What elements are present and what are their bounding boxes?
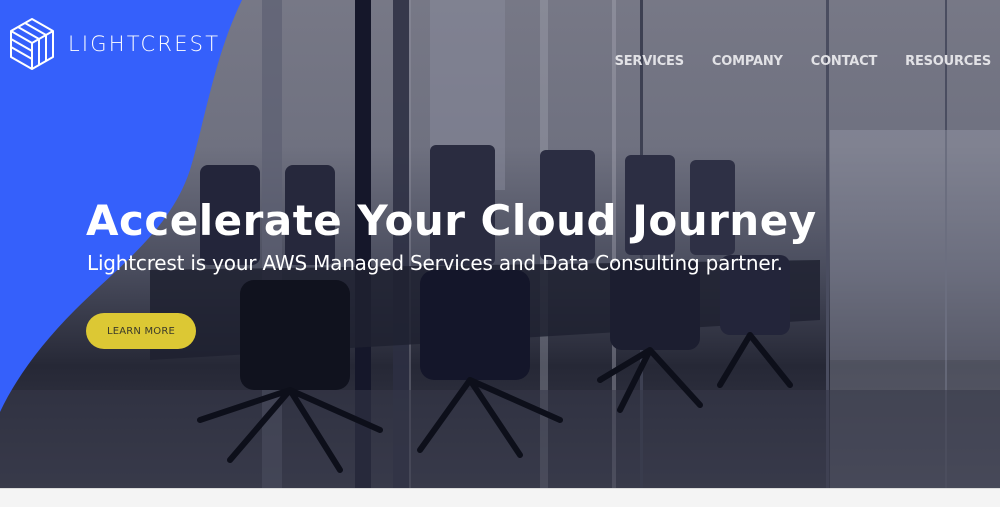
main-nav: SERVICES COMPANY CONTACT RESOURCES	[587, 54, 992, 69]
below-hero-section	[0, 488, 1000, 507]
brand-name: LIGHTCREST	[68, 32, 221, 56]
cube-logo-icon	[10, 18, 54, 70]
nav-company[interactable]: COMPANY	[712, 54, 783, 69]
nav-resources[interactable]: RESOURCES	[905, 54, 991, 69]
nav-services[interactable]: SERVICES	[615, 54, 685, 69]
brand-logo[interactable]: LIGHTCREST	[8, 17, 220, 71]
hero-headline: Accelerate Your Cloud Journey	[86, 196, 817, 245]
hero-subheadline: Lightcrest is your AWS Managed Services …	[87, 251, 783, 275]
hero-section: LIGHTCREST SERVICES COMPANY CONTACT RESO…	[0, 0, 1000, 488]
nav-contact[interactable]: CONTACT	[811, 54, 878, 69]
learn-more-button[interactable]: LEARN MORE	[86, 313, 196, 349]
